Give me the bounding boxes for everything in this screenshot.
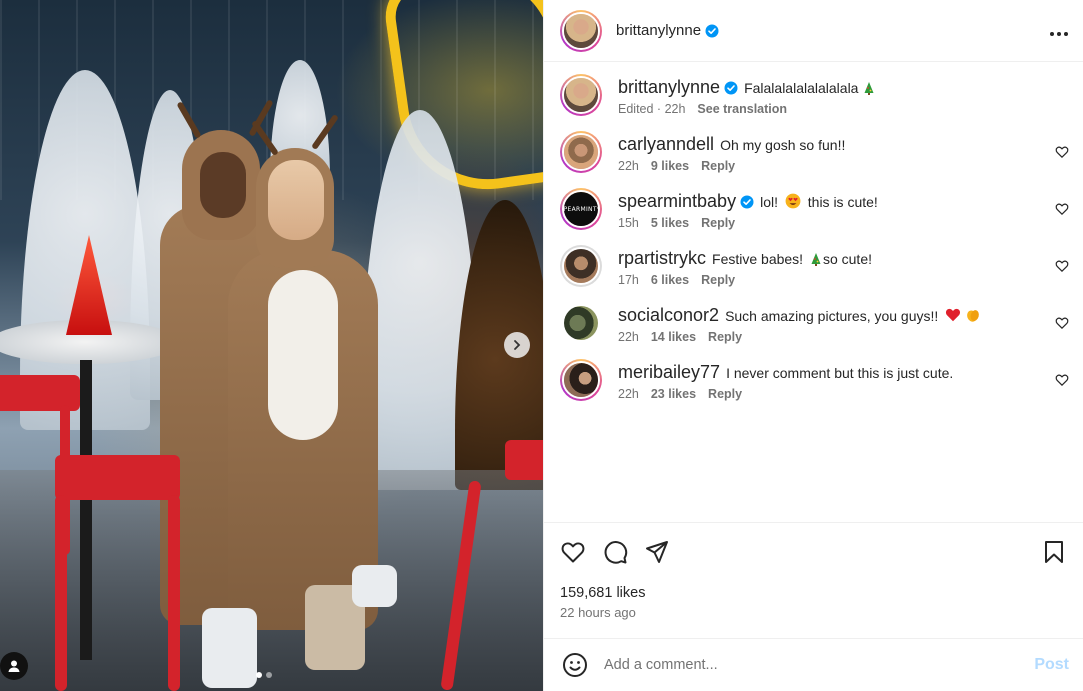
commenter-avatar[interactable] xyxy=(560,359,602,401)
commenter-avatar[interactable]: SPEARMINT♥ xyxy=(560,188,602,230)
red-heart-emoji-icon xyxy=(946,308,961,322)
comment-reply-button[interactable]: Reply xyxy=(708,330,742,344)
comment-time: 22h xyxy=(618,387,639,401)
comment-reply-button[interactable]: Reply xyxy=(701,159,735,173)
person-right-face xyxy=(268,160,324,240)
comment-time: 17h xyxy=(618,273,639,287)
christmas-tree-emoji-icon xyxy=(864,82,874,95)
commenter-avatar[interactable] xyxy=(560,131,602,173)
post-actions-area: 159,681 likes 22 hours ago xyxy=(544,522,1083,638)
comment-row: socialconor2 Such amazing pictures, you g… xyxy=(560,302,1069,344)
heart-eyes-emoji-icon xyxy=(785,193,801,209)
christmas-tree-emoji-icon xyxy=(811,253,821,266)
comment-likes-link[interactable]: 6 likes xyxy=(651,273,689,287)
comment-likes-link[interactable]: 23 likes xyxy=(651,387,696,401)
comment-like-heart-icon[interactable] xyxy=(1055,202,1069,216)
comment-text: Such amazing pictures, you guys!! xyxy=(725,308,939,324)
likes-count[interactable]: 159,681 likes xyxy=(560,585,1067,601)
comment-reply-button[interactable]: Reply xyxy=(701,216,735,230)
post-comment-button[interactable]: Post xyxy=(1034,656,1069,674)
author-username[interactable]: brittanylynne xyxy=(616,22,701,39)
post-photo[interactable] xyxy=(0,0,543,691)
verified-badge-icon xyxy=(740,195,754,209)
comment-like-heart-icon[interactable] xyxy=(1055,145,1069,159)
comment-row: carlyanndell Oh my gosh so fun!! 22h 9 li… xyxy=(560,131,1069,173)
comment-reply-button[interactable]: Reply xyxy=(701,273,735,287)
comment-likes-link[interactable]: 14 likes xyxy=(651,330,696,344)
caption-edited-time: Edited · 22h xyxy=(618,102,686,116)
caption-username[interactable]: brittanylynne xyxy=(618,77,720,97)
more-options-button[interactable] xyxy=(1049,21,1069,41)
comment-composer: Post xyxy=(544,638,1083,691)
carousel-dot xyxy=(266,672,272,678)
red-stool-leg xyxy=(168,495,180,691)
comments-list[interactable]: brittanylynne Falalalalalalalalala Edited… xyxy=(544,62,1083,522)
comment-time: 22h xyxy=(618,159,639,173)
caption-text: Falalalalalalalalala xyxy=(744,80,859,96)
tagged-users-button[interactable] xyxy=(0,652,28,680)
comment-username[interactable]: spearmintbaby xyxy=(618,191,736,211)
comment-text: Oh my gosh so fun!! xyxy=(720,137,846,153)
comment-like-heart-icon[interactable] xyxy=(1055,316,1069,330)
verified-badge-icon xyxy=(705,24,719,37)
comment-username[interactable]: carlyanndell xyxy=(618,134,714,154)
comment-reply-button[interactable]: Reply xyxy=(708,387,742,401)
post-caption: brittanylynne Falalalalalalalalala Edited… xyxy=(560,74,1069,116)
verified-badge-icon xyxy=(724,81,738,95)
commenter-avatar[interactable] xyxy=(560,245,602,287)
clapping-hands-emoji-icon xyxy=(967,310,979,322)
caption-avatar[interactable] xyxy=(560,74,602,116)
person-left-face xyxy=(200,152,246,218)
red-stool xyxy=(505,440,543,480)
carousel-next-button[interactable] xyxy=(504,332,530,358)
comment-row: rpartistrykc Festive babes! so cute! 17h … xyxy=(560,245,1069,287)
post-details-panel: brittanylynne brittanylynne Falalalalala… xyxy=(543,0,1083,691)
comment-time: 15h xyxy=(618,216,639,230)
comment-text: I never comment but this is just cute. xyxy=(726,365,954,381)
comment-username[interactable]: socialconor2 xyxy=(618,305,719,325)
carousel-dot-active xyxy=(256,672,262,678)
sneaker xyxy=(202,608,257,688)
comment-row: SPEARMINT♥ spearmintbaby lol! this is cut… xyxy=(560,188,1069,230)
post-time: 22 hours ago xyxy=(560,605,636,620)
comment-likes-link[interactable]: 5 likes xyxy=(651,216,689,230)
comment-row: meribailey77 I never comment but this is … xyxy=(560,359,1069,401)
heart-icon[interactable] xyxy=(560,539,586,565)
comment-text-continued: this is cute! xyxy=(807,194,878,210)
comment-text: lol! xyxy=(760,194,778,210)
comment-icon[interactable] xyxy=(602,539,628,565)
comment-input[interactable] xyxy=(604,657,1035,673)
sneaker xyxy=(352,565,397,607)
user-icon xyxy=(8,660,20,672)
share-icon[interactable] xyxy=(644,539,670,565)
post-header: brittanylynne xyxy=(544,0,1083,62)
bookmark-icon[interactable] xyxy=(1041,539,1067,565)
comment-time: 22h xyxy=(618,330,639,344)
table-leg xyxy=(80,360,92,660)
emoji-icon[interactable] xyxy=(562,652,588,678)
chevron-right-icon xyxy=(514,340,521,350)
comment-username[interactable]: rpartistrykc xyxy=(618,248,706,268)
onesie-belly xyxy=(268,270,338,440)
comment-username[interactable]: meribailey77 xyxy=(618,362,720,382)
action-bar xyxy=(560,537,1067,567)
more-horizontal-icon xyxy=(1050,31,1068,36)
comment-text: Festive babes! xyxy=(712,251,804,267)
comment-like-heart-icon[interactable] xyxy=(1055,373,1069,387)
comment-text-continued: so cute! xyxy=(822,251,872,267)
instagram-post-modal: brittanylynne brittanylynne Falalalalala… xyxy=(0,0,1083,691)
red-stool xyxy=(55,455,180,500)
see-translation-link[interactable]: See translation xyxy=(697,102,787,116)
comment-likes-link[interactable]: 9 likes xyxy=(651,159,689,173)
carousel-dots xyxy=(256,672,272,678)
red-stool-leg xyxy=(55,495,67,691)
author-avatar[interactable] xyxy=(560,9,602,52)
spearmint-logo: SPEARMINT♥ xyxy=(564,192,598,226)
commenter-avatar[interactable] xyxy=(560,302,602,344)
comment-like-heart-icon[interactable] xyxy=(1055,259,1069,273)
